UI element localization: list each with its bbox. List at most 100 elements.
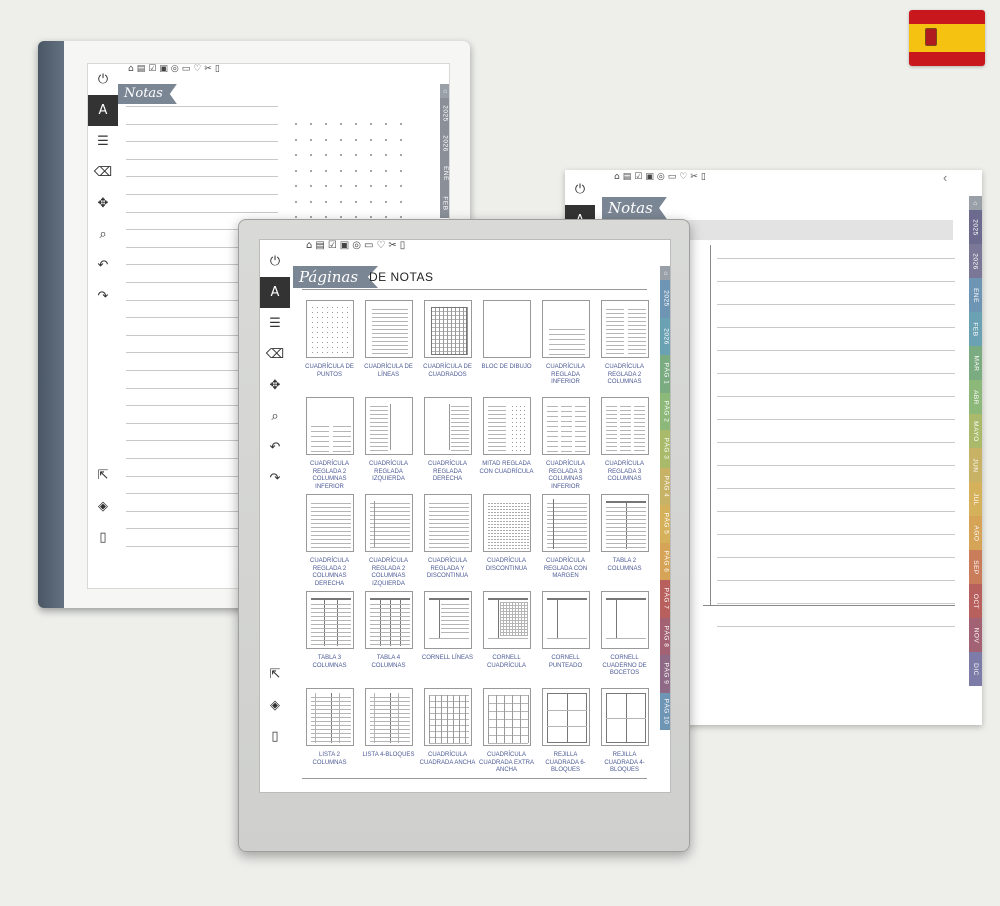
template-thumbnail[interactable]: [541, 688, 590, 746]
side-tab[interactable]: PÁG 4: [660, 467, 670, 505]
template-thumbnail[interactable]: [541, 300, 590, 358]
eraser-icon[interactable]: ⌫: [88, 157, 118, 188]
template-thumbnail[interactable]: [364, 688, 413, 746]
template-card[interactable]: CUADRÍCULA REGLADA INFERIOR: [539, 300, 592, 397]
template-thumbnail[interactable]: [482, 591, 531, 649]
template-label[interactable]: CORNELL PUNTEADO: [538, 655, 594, 670]
side-tab[interactable]: PÁG 9: [660, 655, 670, 693]
side-tab[interactable]: NOV: [969, 618, 982, 652]
template-label[interactable]: CUADRÍCULA DE CUADRADOS: [420, 364, 476, 379]
side-tab[interactable]: PÁG 3: [660, 430, 670, 468]
side-tab[interactable]: 2025: [440, 98, 449, 128]
template-label[interactable]: CUADRÍCULA DE PUNTOS: [302, 364, 358, 379]
power-icon[interactable]: ⏻: [88, 64, 118, 95]
wallet-icon[interactable]: ▭: [182, 64, 191, 74]
side-tab[interactable]: PÁG 7: [660, 580, 670, 618]
side-tab[interactable]: PÁG 5: [660, 505, 670, 543]
clipboard-icon[interactable]: ▤: [137, 64, 146, 74]
template-label[interactable]: CUADRÍCULA CUADRADA ANCHA: [420, 752, 476, 767]
template-thumbnail[interactable]: [541, 397, 590, 455]
template-thumbnail[interactable]: [423, 397, 472, 455]
share-icon[interactable]: ⇱: [260, 659, 290, 690]
template-thumbnail[interactable]: [482, 688, 531, 746]
template-label[interactable]: CUADRÍCULA REGLADA 2 COLUMNAS: [597, 364, 653, 387]
template-thumbnail[interactable]: [600, 397, 649, 455]
page-icon[interactable]: ▯: [215, 64, 220, 74]
template-label[interactable]: TABLA 4 COLUMNAS: [361, 655, 417, 670]
layers-icon[interactable]: ◈: [88, 491, 118, 522]
template-card[interactable]: CUADRÍCULA REGLADA 3 COLUMNAS: [598, 397, 651, 494]
briefcase-icon[interactable]: ▣: [159, 64, 168, 74]
template-label[interactable]: CUADRÍCULA REGLADA INFERIOR: [538, 364, 594, 387]
template-label[interactable]: MITAD REGLADA CON CUADRÍCULA: [479, 461, 535, 476]
side-tab[interactable]: MAYO: [969, 414, 982, 448]
template-thumbnail[interactable]: [305, 494, 354, 552]
template-label[interactable]: CUADRÍCULA REGLADA IZQUIERDA: [361, 461, 417, 484]
checkbox-icon[interactable]: ☑: [148, 64, 156, 74]
heart-icon[interactable]: ♡: [376, 240, 385, 251]
briefcase-icon[interactable]: ▣: [340, 240, 349, 251]
side-tab[interactable]: 2026: [440, 128, 449, 158]
template-card[interactable]: CUADRÍCULA REGLADA 2 COLUMNAS INFERIOR: [303, 397, 356, 494]
undo-icon[interactable]: ↶: [260, 432, 290, 463]
template-card[interactable]: CORNELL CUADERNO DE BOCETOS: [598, 591, 651, 688]
side-tab[interactable]: JUN: [969, 448, 982, 482]
wallet-icon[interactable]: ▭: [364, 240, 373, 251]
side-tab[interactable]: PÁG 6: [660, 542, 670, 580]
briefcase-icon[interactable]: ▣: [645, 172, 654, 182]
template-card[interactable]: BLOC DE DIBUJO: [480, 300, 533, 397]
template-label[interactable]: CUADRÍCULA REGLADA 2 COLUMNAS IZQUIERDA: [361, 558, 417, 588]
template-card[interactable]: MITAD REGLADA CON CUADRÍCULA: [479, 397, 535, 494]
template-label[interactable]: LISTA 4-BLOQUES: [361, 752, 417, 760]
redo-icon[interactable]: ↷: [260, 463, 290, 494]
template-label[interactable]: CUADRÍCULA REGLADA 3 COLUMNAS: [597, 461, 653, 484]
scissors-icon[interactable]: ✂: [204, 64, 212, 74]
template-card[interactable]: CUADRÍCULA CUADRADA EXTRA ANCHA: [479, 688, 534, 785]
template-label[interactable]: CUADRÍCULA DE LÍNEAS: [361, 364, 417, 379]
template-label[interactable]: TABLA 2 COLUMNAS: [597, 558, 653, 573]
undo-icon[interactable]: ↶: [88, 250, 118, 281]
clipboard-icon[interactable]: ▤: [315, 240, 324, 251]
template-thumbnail[interactable]: [364, 300, 413, 358]
template-card[interactable]: CUADRÍCULA CUADRADA ANCHA: [420, 688, 476, 785]
page-icon[interactable]: ▯: [400, 240, 406, 251]
tab-home-icon[interactable]: ⌂: [660, 266, 670, 280]
scissors-icon[interactable]: ✂: [388, 240, 396, 251]
side-tab[interactable]: FEB: [969, 312, 982, 346]
template-card[interactable]: LISTA 4-BLOQUES: [362, 688, 415, 785]
home-icon[interactable]: ⌂: [128, 64, 134, 74]
side-tab[interactable]: FEB: [440, 188, 449, 218]
template-label[interactable]: CUADRÍCULA REGLADA Y DISCONTINUA: [420, 558, 476, 581]
template-thumbnail[interactable]: [482, 300, 531, 358]
template-thumbnail[interactable]: [423, 688, 472, 746]
move-icon[interactable]: ✥: [260, 370, 290, 401]
template-card[interactable]: CUADRÍCULA REGLADA 2 COLUMNAS DERECHA: [303, 494, 356, 591]
checkbox-icon[interactable]: ☑: [634, 172, 642, 182]
template-label[interactable]: LISTA 2 COLUMNAS: [302, 752, 358, 767]
template-thumbnail[interactable]: [423, 494, 472, 552]
template-card[interactable]: TABLA 3 COLUMNAS: [303, 591, 356, 688]
side-tab[interactable]: ENE: [440, 158, 449, 188]
template-card[interactable]: REJILLA CUADRADA 4-BLOQUES: [598, 688, 651, 785]
template-thumbnail[interactable]: [305, 300, 354, 358]
template-card[interactable]: CUADRÍCULA REGLADA IZQUIERDA: [362, 397, 415, 494]
template-thumbnail[interactable]: [305, 591, 354, 649]
side-tab[interactable]: 2026: [969, 244, 982, 278]
clipboard-icon[interactable]: ▤: [623, 172, 632, 182]
eraser-icon[interactable]: ⌫: [260, 339, 290, 370]
template-card[interactable]: CUADRÍCULA REGLADA DERECHA: [421, 397, 474, 494]
template-label[interactable]: CORNELL CUADERNO DE BOCETOS: [597, 655, 653, 678]
template-card[interactable]: CORNELL CUADRÍCULA: [480, 591, 533, 688]
template-card[interactable]: LISTA 2 COLUMNAS: [303, 688, 356, 785]
template-card[interactable]: CUADRÍCULA DISCONTINUA: [480, 494, 533, 591]
move-icon[interactable]: ✥: [88, 188, 118, 219]
pen-icon[interactable]: A: [88, 95, 118, 126]
template-card[interactable]: TABLA 4 COLUMNAS: [362, 591, 415, 688]
template-label[interactable]: BLOC DE DIBUJO: [479, 364, 535, 372]
template-label[interactable]: TABLA 3 COLUMNAS: [302, 655, 358, 670]
template-card[interactable]: CORNELL LÍNEAS: [421, 591, 474, 688]
side-tab[interactable]: PÁG 10: [660, 692, 670, 730]
power-icon[interactable]: ⏻: [565, 174, 595, 205]
target-icon[interactable]: ◎: [352, 240, 361, 251]
tab-home-icon[interactable]: ⌂: [969, 196, 982, 210]
